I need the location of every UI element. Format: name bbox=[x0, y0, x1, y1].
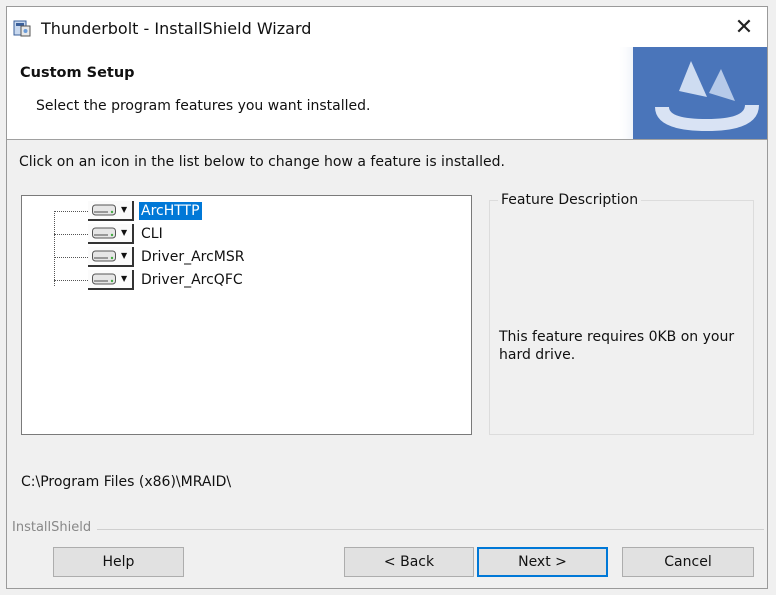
feature-description-text: This feature requires 0KB on your hard d… bbox=[499, 329, 735, 363]
hard-drive-icon bbox=[92, 204, 116, 216]
feature-item-driver-arcmsr[interactable]: ▼ Driver_ArcMSR bbox=[54, 246, 314, 268]
cancel-button[interactable]: Cancel bbox=[622, 547, 754, 577]
page-subtitle: Select the program features you want ins… bbox=[36, 98, 371, 114]
feature-install-state-button[interactable]: ▼ bbox=[88, 247, 134, 267]
hard-drive-icon bbox=[92, 250, 116, 262]
installer-app-icon bbox=[13, 20, 31, 37]
close-button[interactable]: ✕ bbox=[721, 7, 767, 47]
feature-label[interactable]: Driver_ArcQFC bbox=[139, 271, 245, 289]
instruction-text: Click on an icon in the list below to ch… bbox=[19, 154, 505, 170]
title-bar: Thunderbolt - InstallShield Wizard ✕ bbox=[7, 7, 767, 47]
installshield-brand-label: InstallShield bbox=[12, 520, 98, 535]
feature-item-driver-arcqfc[interactable]: ▼ Driver_ArcQFC bbox=[54, 269, 314, 291]
footer-divider bbox=[12, 529, 764, 530]
feature-description-title: Feature Description bbox=[498, 192, 642, 208]
help-button[interactable]: Help bbox=[53, 547, 184, 577]
feature-install-state-button[interactable]: ▼ bbox=[88, 224, 134, 244]
feature-install-state-button[interactable]: ▼ bbox=[88, 201, 134, 221]
installer-window: Thunderbolt - InstallShield Wizard ✕ Cus… bbox=[6, 6, 768, 589]
window-title: Thunderbolt - InstallShield Wizard bbox=[41, 19, 312, 38]
header-banner: Custom Setup Select the program features… bbox=[7, 47, 767, 140]
installshield-swirl-icon bbox=[617, 47, 767, 139]
feature-install-state-button[interactable]: ▼ bbox=[88, 270, 134, 290]
dropdown-arrow-icon: ▼ bbox=[121, 251, 128, 260]
dropdown-arrow-icon: ▼ bbox=[121, 274, 128, 283]
hard-drive-icon bbox=[92, 273, 116, 285]
feature-label[interactable]: CLI bbox=[139, 225, 165, 243]
feature-tree[interactable]: ▼ ArcHTTP ▼ CLI ▼ Driver_ArcMSR ▼ Driver… bbox=[21, 195, 472, 435]
hard-drive-icon bbox=[92, 227, 116, 239]
back-button[interactable]: < Back bbox=[344, 547, 474, 577]
install-path: C:\Program Files (x86)\MRAID\ bbox=[21, 474, 232, 490]
feature-description-group bbox=[489, 200, 754, 435]
page-title: Custom Setup bbox=[20, 65, 135, 81]
feature-item-archttp[interactable]: ▼ ArcHTTP bbox=[54, 200, 314, 222]
dropdown-arrow-icon: ▼ bbox=[121, 205, 128, 214]
close-icon: ✕ bbox=[734, 14, 754, 40]
feature-label[interactable]: Driver_ArcMSR bbox=[139, 248, 247, 266]
feature-item-cli[interactable]: ▼ CLI bbox=[54, 223, 314, 245]
next-button[interactable]: Next > bbox=[477, 547, 608, 577]
dropdown-arrow-icon: ▼ bbox=[121, 228, 128, 237]
feature-label[interactable]: ArcHTTP bbox=[139, 202, 202, 220]
dialog-body: Click on an icon in the list below to ch… bbox=[7, 140, 767, 588]
